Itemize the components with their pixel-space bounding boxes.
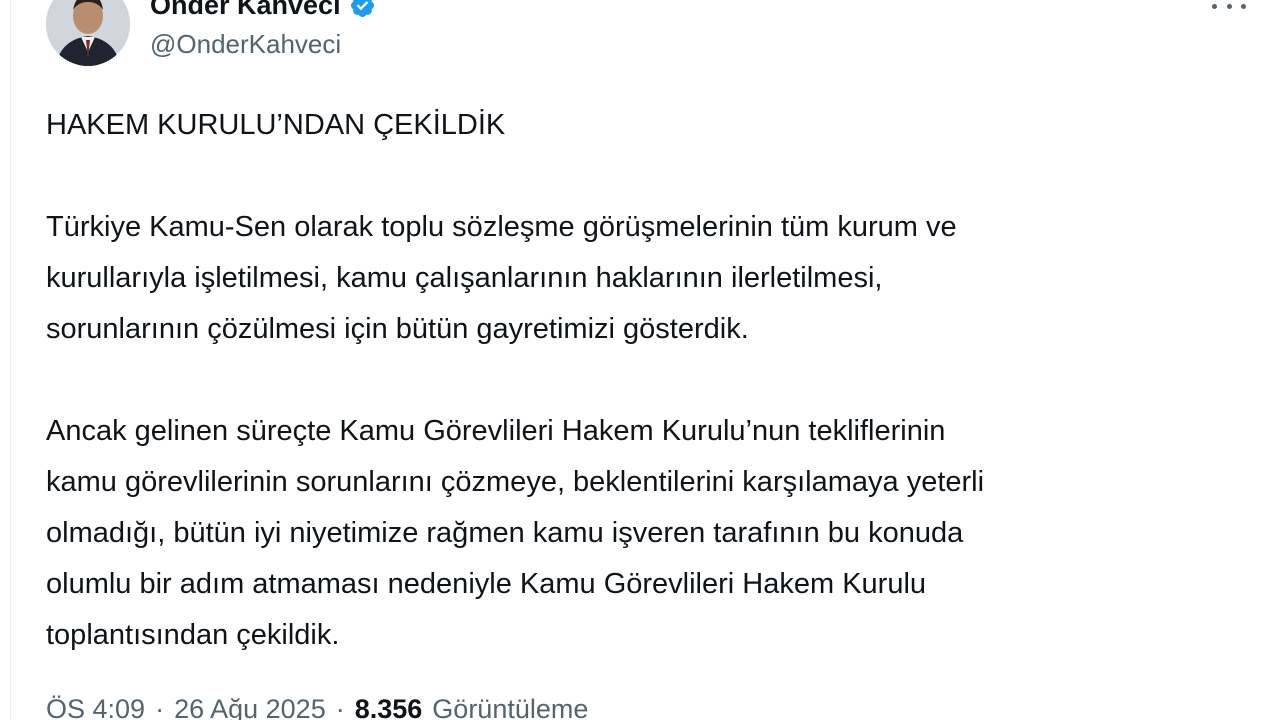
timeline-border: [10, 0, 11, 720]
views-count: 8.356: [354, 694, 423, 720]
tweet-line: kurullarıyla işletilmesi, kamu çalışanla…: [46, 262, 883, 294]
more-options-icon[interactable]: [1212, 0, 1246, 16]
name-row: Önder Kahveci: [150, 0, 376, 21]
author-handle[interactable]: @OnderKahveci: [150, 29, 341, 60]
meta-separator: ·: [155, 694, 165, 720]
tweet-line: toplantısından çekildik.: [46, 619, 340, 651]
profile-photo-icon: [46, 0, 130, 66]
verified-badge-icon: [349, 0, 376, 19]
tweet-line: kamu görevlilerinin sorunlarını çözmeye,…: [46, 466, 985, 498]
tweet-line: Ancak gelinen süreçte Kamu Görevlileri H…: [46, 415, 946, 447]
tweet-line: olmadığı, bütün iyi niyetimize rağmen ka…: [46, 517, 964, 549]
tweet-line: sorunlarının çözülmesi için bütün gayret…: [46, 313, 749, 345]
display-name[interactable]: Önder Kahveci: [150, 0, 341, 21]
tweet-line: Türkiye Kamu-Sen olarak toplu sözleşme g…: [46, 211, 957, 243]
tweet-text: HAKEM KURULU’NDAN ÇEKİLDİK Türkiye Kamu-…: [46, 100, 1266, 661]
tweet-header: Önder Kahveci @OnderKahveci: [46, 0, 1266, 72]
tweet-meta: ÖS 4:09 · 26 Ağu 2025 · 8.356 Görüntülem…: [46, 694, 588, 720]
views-label: Görüntüleme: [432, 694, 589, 720]
tweet-line: olumlu bir adım atmaması nedeniyle Kamu …: [46, 568, 927, 600]
meta-separator: ·: [335, 694, 345, 720]
tweet-date[interactable]: 26 Ağu 2025: [174, 694, 326, 720]
tweet-time[interactable]: ÖS 4:09: [46, 694, 145, 720]
tweet-heading: HAKEM KURULU’NDAN ÇEKİLDİK: [46, 109, 506, 141]
avatar[interactable]: [46, 0, 130, 66]
